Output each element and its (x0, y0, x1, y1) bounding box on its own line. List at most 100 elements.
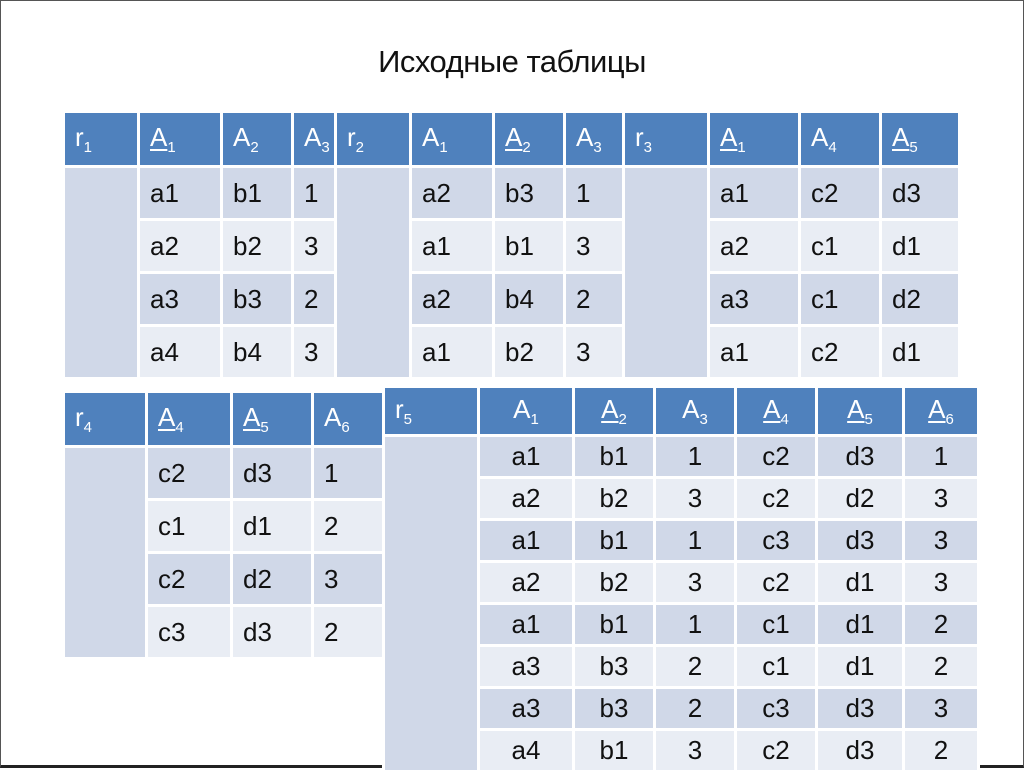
attribute-label: A (304, 122, 322, 152)
table-cell: 3 (656, 479, 734, 518)
table-cell: d1 (882, 221, 958, 271)
relation-name: r2 (337, 113, 409, 165)
relation-table-r1: r1 A1 A2 A3 a1 b1 1 a2 b2 3 a3 b3 2 a4 b4 3 (62, 110, 359, 380)
table-cell: c2 (737, 563, 815, 602)
attribute-label: A (150, 122, 168, 152)
key-attribute: A4 (763, 394, 789, 428)
column-header: A3 (566, 113, 628, 165)
table-cell: a2 (480, 479, 572, 518)
table-cell: b4 (495, 274, 563, 324)
table-cell: b3 (575, 647, 653, 686)
column-header: A2 (575, 388, 653, 434)
table-cell: 2 (566, 274, 628, 324)
table-cell: d1 (818, 563, 902, 602)
column-header: A1 (710, 113, 798, 165)
table-cell: 2 (656, 689, 734, 728)
table-cell: a2 (412, 274, 492, 324)
table-cell: 2 (314, 607, 386, 657)
table-cell: 3 (905, 563, 977, 602)
column-header: A5 (882, 113, 958, 165)
column-header: A6 (905, 388, 977, 434)
table-cell: 3 (905, 521, 977, 560)
table-cell: d3 (233, 607, 311, 657)
attribute-index: 4 (828, 139, 837, 156)
relation-name: r4 (65, 393, 145, 445)
table-cell: d1 (882, 327, 958, 377)
table-cell: 1 (314, 448, 386, 498)
table-cell: c2 (737, 437, 815, 476)
attribute-label: A (324, 402, 342, 432)
attribute-label: A (763, 394, 781, 424)
attribute-index: 6 (341, 419, 350, 436)
table-cell: a2 (480, 563, 572, 602)
table-cell: 2 (905, 731, 977, 770)
relation-name-label: r (75, 122, 84, 152)
table-cell: c1 (148, 501, 230, 551)
table-cell: d3 (818, 689, 902, 728)
attribute-index: 1 (737, 139, 746, 156)
attribute-index: 2 (250, 139, 259, 156)
table-cell: 3 (314, 554, 386, 604)
table-cell: 1 (656, 521, 734, 560)
table-cell: c1 (737, 605, 815, 644)
column-header: A4 (801, 113, 879, 165)
relation-name: r3 (625, 113, 707, 165)
table-cell: d2 (233, 554, 311, 604)
relation-name-index: 2 (355, 139, 365, 156)
table-cell: a3 (710, 274, 798, 324)
attribute: A2 (233, 122, 259, 156)
table-cell: c2 (737, 731, 815, 770)
attribute-label: A (847, 394, 865, 424)
table-cell: a1 (140, 168, 220, 218)
column-header: A4 (737, 388, 815, 434)
attribute: A6 (324, 402, 350, 436)
column-header: A1 (412, 113, 492, 165)
column-header: A4 (148, 393, 230, 445)
table-cell: b3 (575, 689, 653, 728)
table-cell: 3 (656, 563, 734, 602)
relation-name-label: r (635, 122, 644, 152)
table-cell: a1 (412, 327, 492, 377)
table-cell: 1 (566, 168, 628, 218)
attribute-index: 4 (780, 411, 789, 428)
table-row: a2 b3 1 (337, 168, 628, 377)
attribute-label: A (601, 394, 619, 424)
row-header-column (625, 168, 707, 377)
attribute-label: A (720, 122, 738, 152)
table-cell: 3 (905, 479, 977, 518)
attribute-label: A (576, 122, 594, 152)
attribute-label: A (158, 402, 176, 432)
table-cell: d1 (233, 501, 311, 551)
table-cell: b1 (575, 731, 653, 770)
table-cell: d1 (818, 647, 902, 686)
table-cell: c2 (148, 448, 230, 498)
attribute-index: 5 (864, 411, 873, 428)
table-header-row: r4 A4 A5 A6 (65, 393, 386, 445)
column-header: A2 (495, 113, 563, 165)
table-cell: d3 (818, 437, 902, 476)
attribute: A1 (422, 122, 448, 156)
key-attribute: A5 (243, 402, 269, 436)
attribute: A3 (304, 122, 330, 156)
table-cell: b2 (223, 221, 291, 271)
column-header: A5 (233, 393, 311, 445)
relation-name-index: 5 (403, 411, 413, 428)
row-header-column (385, 437, 477, 770)
attribute-label: A (928, 394, 946, 424)
attribute-index: 6 (945, 411, 954, 428)
table-cell: d3 (233, 448, 311, 498)
table-cell: d2 (818, 479, 902, 518)
row-header-column (65, 168, 137, 377)
table-row: c2 d3 1 (65, 448, 386, 657)
table-cell: d2 (882, 274, 958, 324)
table-cell: b1 (495, 221, 563, 271)
attribute-index: 4 (175, 419, 184, 436)
attribute-index: 2 (522, 139, 531, 156)
table-cell: a1 (710, 327, 798, 377)
relation-name: r1 (65, 113, 137, 165)
table-cell: 1 (905, 437, 977, 476)
table-cell: b2 (575, 479, 653, 518)
table-cell: b2 (495, 327, 563, 377)
table-cell: b1 (575, 521, 653, 560)
relation-name-index: 1 (83, 139, 93, 156)
